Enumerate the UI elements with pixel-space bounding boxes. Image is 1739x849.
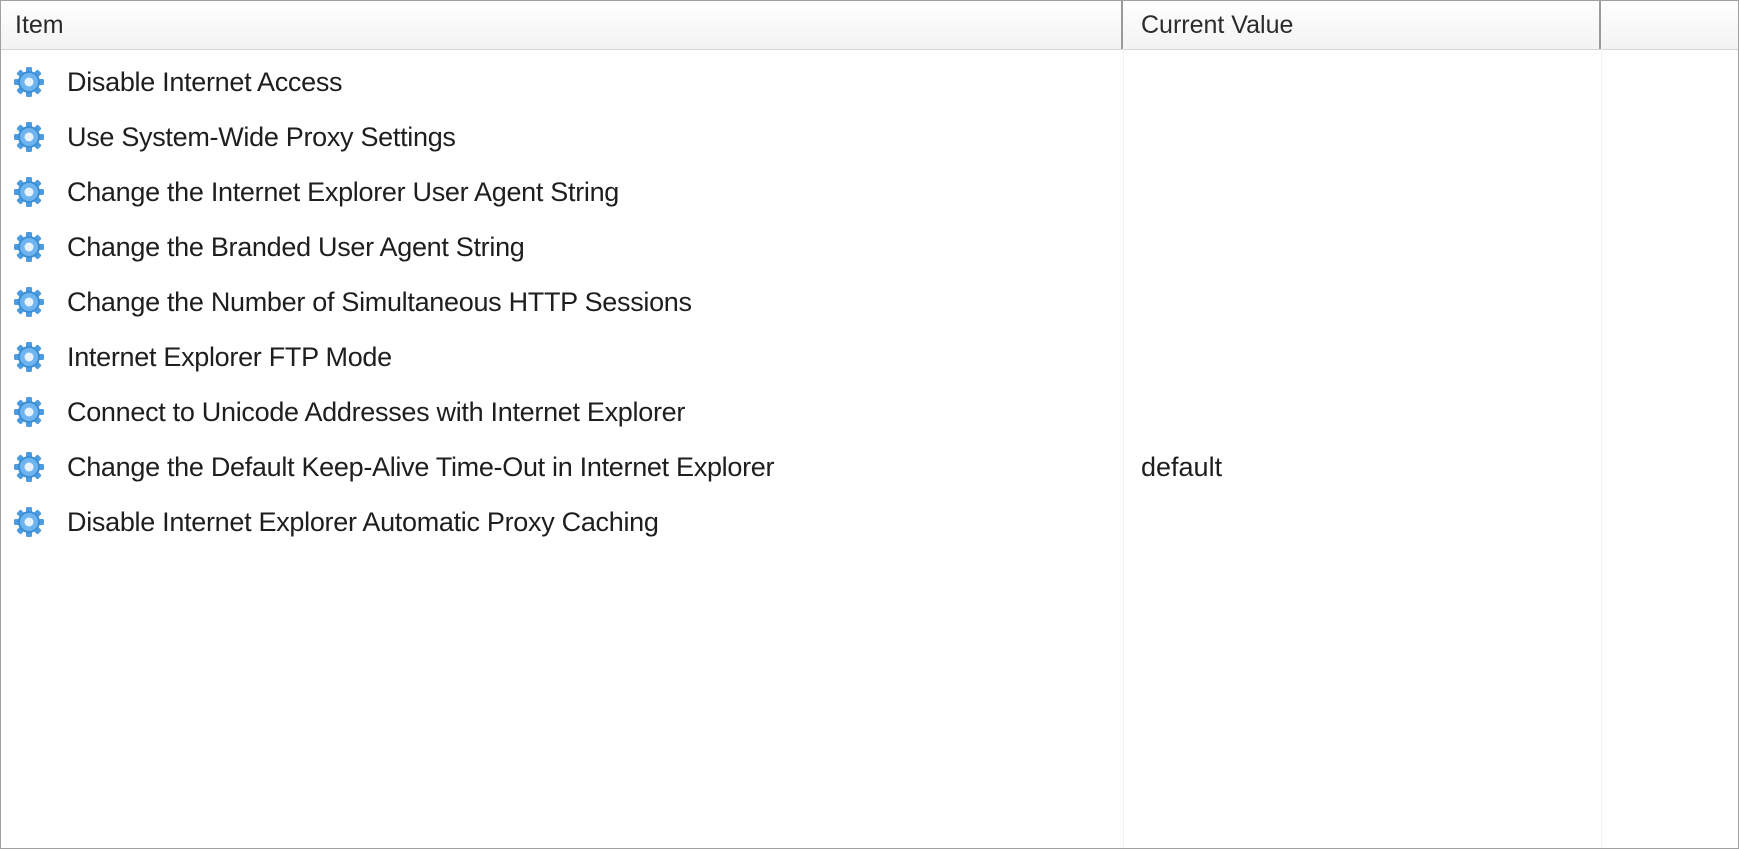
gear-icon [13,121,45,153]
gear-icon [13,506,45,538]
list-header: Item Current Value [1,1,1738,50]
list-item[interactable]: Change the Branded User Agent String [1,221,1738,276]
list-rows: Disable Internet Access Use System-Wide P… [1,56,1738,551]
item-label: Change the Internet Explorer User Agent … [67,177,620,207]
gear-icon [13,341,45,373]
item-label: Change the Branded User Agent String [67,232,525,262]
list-item[interactable]: Connect to Unicode Addresses with Intern… [1,386,1738,441]
column-header-current-value[interactable]: Current Value [1123,1,1601,49]
item-current-value: default [1141,452,1223,482]
gear-icon [13,231,45,263]
item-label: Disable Internet Explorer Automatic Prox… [67,507,659,537]
list-item[interactable]: Internet Explorer FTP Mode [1,331,1738,386]
gear-icon [13,286,45,318]
list-item[interactable]: Change the Default Keep-Alive Time-Out i… [1,441,1738,496]
item-label: Internet Explorer FTP Mode [67,342,392,372]
gear-icon [13,396,45,428]
settings-list-view[interactable]: Item Current Value Disable Internet Acce… [0,0,1739,849]
item-label: Use System-Wide Proxy Settings [67,122,456,152]
list-item[interactable]: Disable Internet Access [1,56,1738,111]
gear-icon [13,451,45,483]
list-item[interactable]: Disable Internet Explorer Automatic Prox… [1,496,1738,551]
item-label: Change the Default Keep-Alive Time-Out i… [67,452,775,482]
gear-icon [13,66,45,98]
item-label: Disable Internet Access [67,67,343,97]
list-item[interactable]: Change the Number of Simultaneous HTTP S… [1,276,1738,331]
list-item[interactable]: Use System-Wide Proxy Settings [1,111,1738,166]
item-label: Change the Number of Simultaneous HTTP S… [67,287,692,317]
column-header-extra[interactable] [1601,1,1738,49]
item-label: Connect to Unicode Addresses with Intern… [67,397,686,427]
list-item[interactable]: Change the Internet Explorer User Agent … [1,166,1738,221]
gear-icon [13,176,45,208]
column-header-item[interactable]: Item [1,1,1123,49]
